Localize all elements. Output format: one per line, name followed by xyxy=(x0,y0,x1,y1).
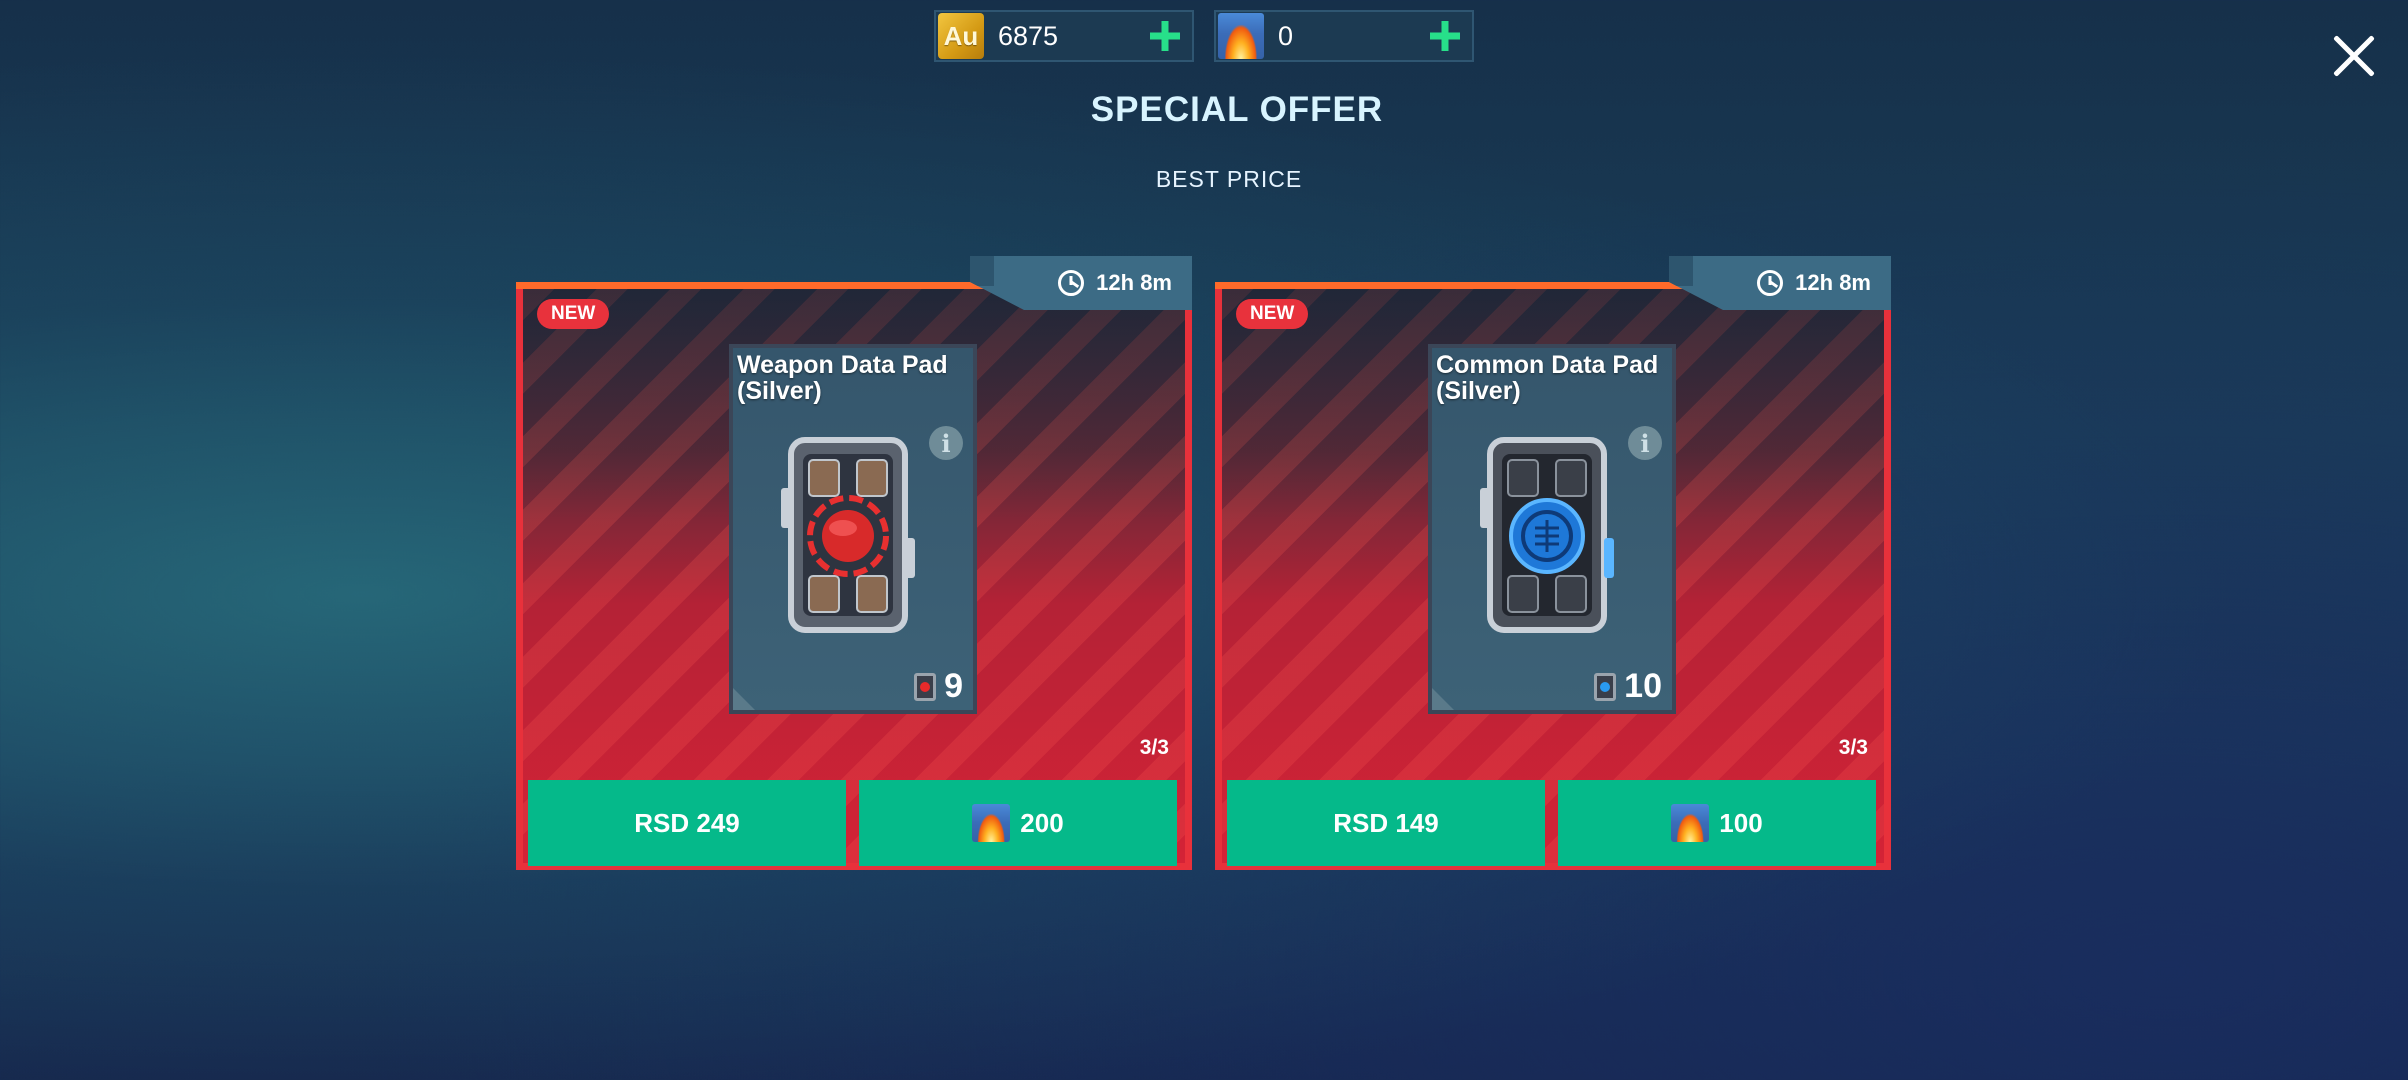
common-data-pad-icon xyxy=(1480,437,1614,633)
clock-icon xyxy=(1757,270,1784,296)
new-badge: NEW xyxy=(1236,299,1309,329)
weapon-data-pad-icon xyxy=(781,437,915,633)
add-gems-button[interactable] xyxy=(1422,13,1468,59)
clock-icon xyxy=(1058,270,1085,296)
price-gems: 200 xyxy=(1020,807,1064,838)
item-count: 10 xyxy=(1594,667,1662,706)
price-money: RSD 249 xyxy=(634,807,740,838)
price-money: RSD 149 xyxy=(1333,807,1439,838)
gem-icon xyxy=(972,804,1011,842)
timer-text: 12h 8m xyxy=(1795,270,1871,295)
common-pad-mini-icon xyxy=(1594,672,1617,701)
count-value: 9 xyxy=(944,667,963,705)
timer-text: 12h 8m xyxy=(1096,270,1172,295)
item-name: Common Data Pad (Silver) xyxy=(1436,351,1659,405)
gem-icon xyxy=(1218,13,1264,59)
offer-card: NEW 12h 8m Weapon Data Pad (Silver) i 9 … xyxy=(516,256,1192,870)
gold-currency-bar: Au 6875 xyxy=(934,10,1194,62)
offer-timer: 12h 8m xyxy=(970,256,1192,310)
page-title: SPECIAL OFFER xyxy=(1090,90,1384,129)
stock-label: 3/3 xyxy=(1139,736,1169,759)
buy-gems-button[interactable]: 100 xyxy=(1558,780,1876,866)
count-value: 10 xyxy=(1624,667,1662,705)
buy-money-button[interactable]: RSD 249 xyxy=(528,780,846,866)
offer-timer: 12h 8m xyxy=(1669,256,1891,310)
new-badge: NEW xyxy=(537,299,610,329)
item-panel[interactable]: Common Data Pad (Silver) i 10 xyxy=(1428,344,1676,714)
price-gems: 100 xyxy=(1719,807,1763,838)
stock-label: 3/3 xyxy=(1838,736,1868,759)
gold-amount: 6875 xyxy=(998,20,1059,51)
weapon-pad-mini-icon xyxy=(914,672,937,701)
offer-card: NEW 12h 8m Common Data Pad (Silver) i 10… xyxy=(1215,256,1891,870)
gems-amount: 0 xyxy=(1278,20,1294,51)
gold-icon: Au xyxy=(938,13,984,59)
gems-currency-bar: 0 xyxy=(1214,10,1474,62)
info-icon[interactable]: i xyxy=(1628,426,1662,460)
add-gold-button[interactable] xyxy=(1142,13,1188,59)
buy-money-button[interactable]: RSD 149 xyxy=(1227,780,1545,866)
item-panel[interactable]: Weapon Data Pad (Silver) i 9 xyxy=(729,344,977,714)
page-subtitle: BEST PRICE xyxy=(1155,166,1303,192)
info-icon[interactable]: i xyxy=(929,426,963,460)
buy-gems-button[interactable]: 200 xyxy=(859,780,1177,866)
gem-icon xyxy=(1671,804,1710,842)
close-button[interactable] xyxy=(2326,28,2382,84)
item-name: Weapon Data Pad (Silver) xyxy=(737,351,948,405)
item-count: 9 xyxy=(914,667,963,706)
